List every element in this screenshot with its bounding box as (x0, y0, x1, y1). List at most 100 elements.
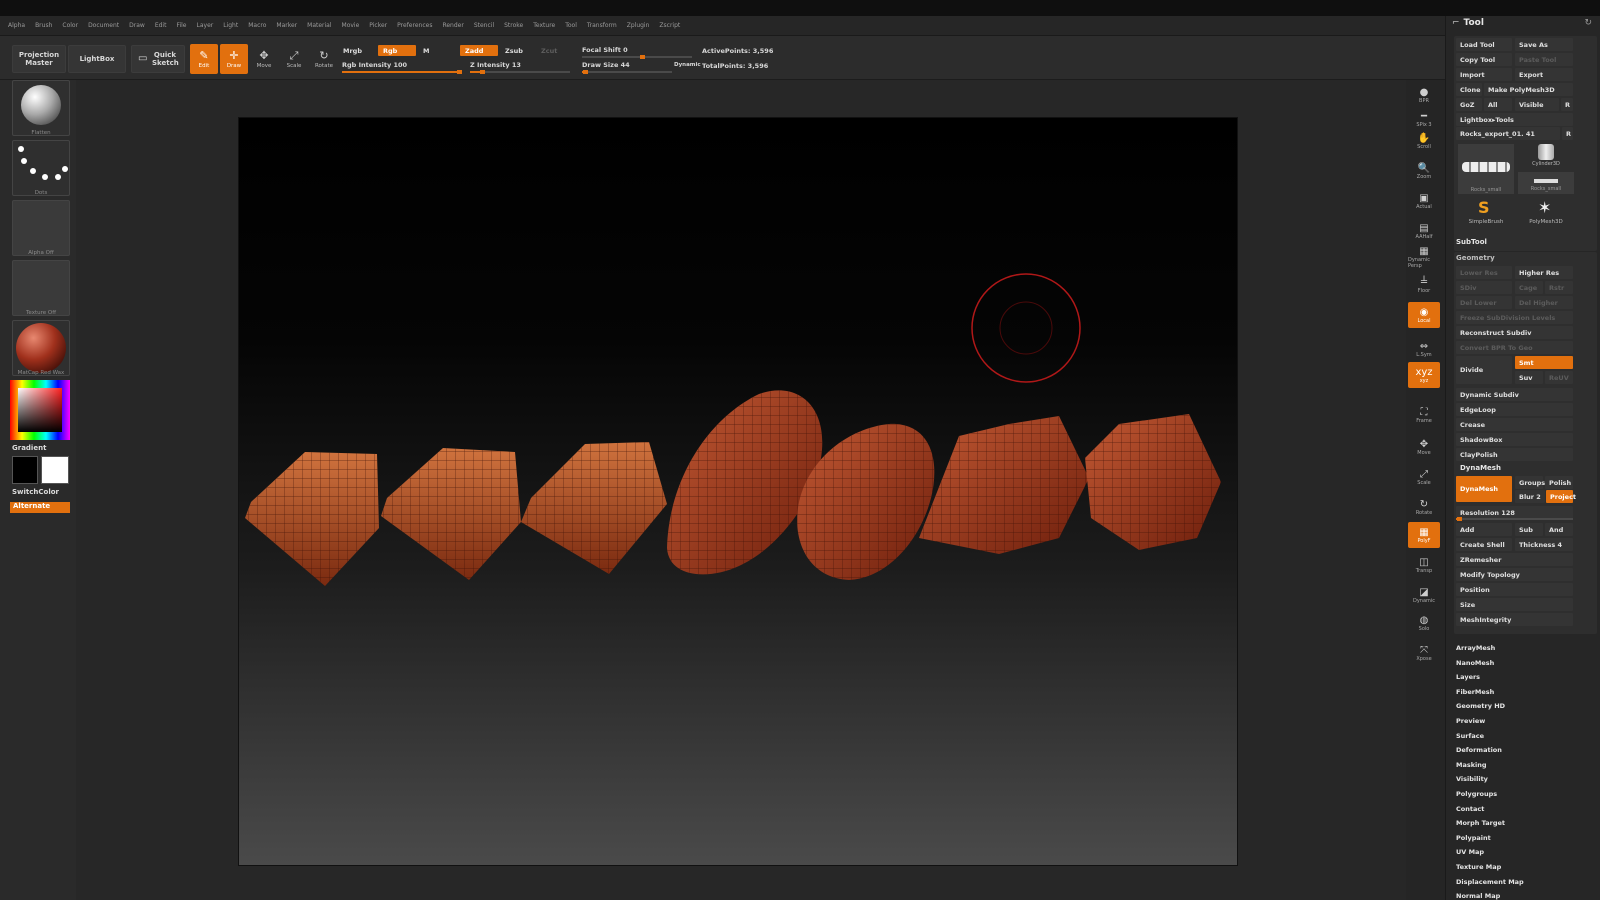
section-surface[interactable]: Surface (1456, 732, 1484, 740)
tool-thumb-polymesh3d[interactable]: ✶ PolyMesh3D (1518, 198, 1574, 228)
menu-item-marker[interactable]: Marker (276, 22, 297, 29)
zadd-toggle[interactable]: Zadd (460, 45, 498, 56)
section-geometry-hd[interactable]: Geometry HD (1456, 702, 1505, 710)
right-shelf-frame-button[interactable]: ⛶ Frame (1408, 402, 1440, 428)
menu-item-material[interactable]: Material (307, 22, 331, 29)
m-toggle[interactable]: M (418, 45, 434, 56)
tool-thumb-simplebrush[interactable]: S SimpleBrush (1458, 198, 1514, 228)
right-shelf-floor-button[interactable]: ╧ Floor (1408, 272, 1440, 298)
brush-thumbnail[interactable] (12, 80, 70, 136)
viewport-canvas[interactable] (238, 117, 1238, 866)
add-button[interactable]: Add (1456, 523, 1512, 536)
main-color-swatch[interactable] (12, 456, 38, 484)
right-shelf-dynamic-button[interactable]: ◪ Dynamic (1408, 582, 1440, 608)
right-shelf-polyf-button[interactable]: ▦ PolyF (1408, 522, 1440, 548)
current-tool-slider[interactable]: Rocks_export_01. 41 (1456, 127, 1560, 140)
resolution-slider-track[interactable] (1456, 517, 1573, 521)
menu-item-zscript[interactable]: Zscript (659, 22, 680, 29)
goz-all-button[interactable]: All (1484, 98, 1512, 111)
menu-item-movie[interactable]: Movie (342, 22, 360, 29)
draw-mode-button[interactable]: ✛ Draw (220, 44, 248, 74)
subtool-section[interactable]: SubTool (1456, 238, 1487, 246)
section-polygroups[interactable]: Polygroups (1456, 790, 1497, 798)
scale-mode-button[interactable]: ⤢ Scale (280, 44, 308, 74)
position-button[interactable]: Position (1456, 583, 1573, 596)
menu-item-layer[interactable]: Layer (197, 22, 214, 29)
shadowbox-button[interactable]: ShadowBox (1456, 433, 1573, 446)
load-tool-button[interactable]: Load Tool (1456, 38, 1512, 51)
focal-shift-slider[interactable] (582, 55, 692, 59)
right-shelf-scroll-button[interactable]: ✋ Scroll (1408, 128, 1440, 154)
thickness-slider[interactable]: Thickness 4 (1515, 538, 1573, 551)
section-texture-map[interactable]: Texture Map (1456, 863, 1501, 871)
make-polymesh3d-button[interactable]: Make PolyMesh3D (1484, 83, 1573, 96)
zcut-toggle[interactable]: Zcut (536, 45, 562, 56)
dynamesh-header[interactable]: DynaMesh (1460, 464, 1501, 472)
right-shelf-solo-button[interactable]: ◍ Solo (1408, 610, 1440, 636)
menu-item-stroke[interactable]: Stroke (504, 22, 523, 29)
menu-item-texture[interactable]: Texture (533, 22, 555, 29)
dynamic-toggle[interactable]: Dynamic (674, 62, 701, 68)
section-visibility[interactable]: Visibility (1456, 775, 1488, 783)
save-as-button[interactable]: Save As (1515, 38, 1573, 51)
section-contact[interactable]: Contact (1456, 805, 1484, 813)
modify-topology-button[interactable]: Modify Topology (1456, 568, 1573, 581)
divide-button[interactable]: Divide (1456, 356, 1512, 384)
size-button[interactable]: Size (1456, 598, 1573, 611)
menu-item-brush[interactable]: Brush (35, 22, 52, 29)
section-displacement-map[interactable]: Displacement Map (1456, 878, 1524, 886)
rotate-mode-button[interactable]: ↻ Rotate (310, 44, 338, 74)
right-shelf-transp-button[interactable]: ◫ Transp (1408, 552, 1440, 578)
clone-button[interactable]: Clone (1456, 83, 1482, 96)
menu-item-alpha[interactable]: Alpha (8, 22, 25, 29)
section-masking[interactable]: Masking (1456, 761, 1487, 769)
reuv-toggle[interactable]: ReUV (1545, 371, 1573, 384)
menu-item-document[interactable]: Document (88, 22, 119, 29)
lightbox-button[interactable]: LightBox (68, 45, 126, 73)
crease-button[interactable]: Crease (1456, 418, 1573, 431)
zsub-toggle[interactable]: Zsub (500, 45, 528, 56)
del-higher-button[interactable]: Del Higher (1515, 296, 1573, 309)
sub-button[interactable]: Sub (1515, 523, 1543, 536)
menu-item-file[interactable]: File (176, 22, 186, 29)
menu-item-transform[interactable]: Transform (587, 22, 617, 29)
claypolish-button[interactable]: ClayPolish (1456, 448, 1573, 461)
stroke-thumbnail[interactable] (12, 140, 70, 196)
export-button[interactable]: Export (1515, 68, 1573, 81)
menu-item-render[interactable]: Render (442, 22, 463, 29)
goz-r-button[interactable]: R (1561, 98, 1573, 111)
dynamesh-button[interactable]: DynaMesh (1456, 476, 1512, 502)
section-normal-map[interactable]: Normal Map (1456, 892, 1500, 900)
convert-bpr-button[interactable]: Convert BPR To Geo (1456, 341, 1573, 354)
copy-tool-button[interactable]: Copy Tool (1456, 53, 1512, 66)
section-preview[interactable]: Preview (1456, 717, 1485, 725)
del-lower-button[interactable]: Del Lower (1456, 296, 1512, 309)
geometry-header[interactable]: Geometry (1456, 254, 1495, 262)
lower-res-button[interactable]: Lower Res (1456, 266, 1512, 279)
menu-item-edit[interactable]: Edit (155, 22, 167, 29)
mrgb-toggle[interactable]: Mrgb (338, 45, 367, 56)
dynamic-subdiv-button[interactable]: Dynamic Subdiv (1456, 388, 1573, 401)
lightbox-tools-button[interactable]: Lightbox▸Tools (1456, 113, 1573, 126)
move-mode-button[interactable]: ✥ Move (250, 44, 278, 74)
alpha-thumbnail[interactable] (12, 200, 70, 256)
section-nanomesh[interactable]: NanoMesh (1456, 659, 1494, 667)
secondary-color-swatch[interactable] (41, 456, 69, 484)
paste-tool-button[interactable]: Paste Tool (1515, 53, 1573, 66)
cage-button[interactable]: Cage (1515, 281, 1543, 294)
section-fibermesh[interactable]: FiberMesh (1456, 688, 1494, 696)
polish-toggle[interactable]: Polish (1545, 476, 1573, 489)
right-shelf-xyz-button[interactable]: xyz xyz (1408, 362, 1440, 388)
edit-mode-button[interactable]: ✎ Edit (190, 44, 218, 74)
reconstruct-subdiv-button[interactable]: Reconstruct Subdiv (1456, 326, 1573, 339)
right-shelf-scale-button[interactable]: ⤢ Scale (1408, 464, 1440, 490)
section-arraymesh[interactable]: ArrayMesh (1456, 644, 1495, 652)
zremesher-button[interactable]: ZRemesher (1456, 553, 1573, 566)
quick-sketch-button[interactable]: ▭ Quick Sketch (131, 45, 185, 73)
alternate-button[interactable]: Alternate (10, 502, 70, 513)
tool-thumb-rocks-2[interactable]: Rocks_small (1518, 172, 1574, 194)
right-shelf-l-sym-button[interactable]: ⇔ L.Sym (1408, 336, 1440, 362)
menu-item-draw[interactable]: Draw (129, 22, 145, 29)
menu-item-light[interactable]: Light (223, 22, 238, 29)
tool-thumb-rocks[interactable]: Rocks_small (1458, 144, 1514, 194)
